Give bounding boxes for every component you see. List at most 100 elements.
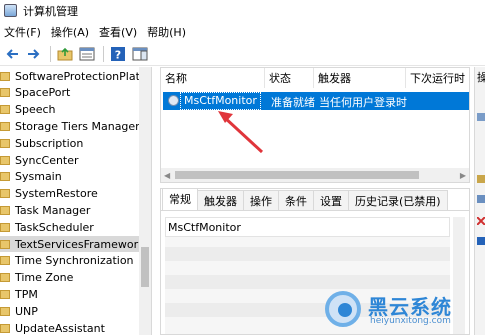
tree-item[interactable]: SyncCenter bbox=[0, 152, 140, 168]
folder-icon bbox=[0, 256, 10, 266]
tab-triggers[interactable]: 触发器 bbox=[197, 190, 244, 210]
tree-item[interactable]: Time Synchronization bbox=[0, 253, 140, 269]
menu-file[interactable]: 文件(F) bbox=[3, 24, 47, 40]
tree-item[interactable]: Sysmain bbox=[0, 169, 140, 185]
folder-icon bbox=[0, 323, 10, 333]
delete-icon[interactable] bbox=[477, 217, 485, 225]
toolbar: ? bbox=[0, 42, 485, 66]
task-status-cell: 准备就绪 bbox=[271, 96, 315, 109]
watermark-url: heiyunxitong.com bbox=[370, 316, 451, 326]
column-header-next-run[interactable]: 下次运行时 bbox=[406, 68, 469, 88]
tree-item[interactable]: TaskScheduler bbox=[0, 219, 140, 235]
tree-item-label: UNP bbox=[15, 304, 38, 318]
tab-history[interactable]: 历史记录(已禁用) bbox=[348, 190, 448, 210]
tree-item-label: SoftwareProtectionPlatform bbox=[15, 69, 152, 83]
detail-band bbox=[165, 275, 450, 289]
tree-item[interactable]: SpacePort bbox=[0, 85, 140, 101]
properties-icon[interactable] bbox=[477, 195, 485, 203]
tab-general[interactable]: 常规 bbox=[162, 189, 198, 210]
folder-icon bbox=[0, 273, 10, 283]
task-scheduler-tree: SoftwareProtectionPlatform SpacePort Speec… bbox=[0, 67, 152, 335]
tree-item[interactable]: UNP bbox=[0, 303, 140, 319]
tab-actions[interactable]: 操作 bbox=[243, 190, 279, 210]
watermark-logo bbox=[325, 291, 361, 327]
toolbar-separator bbox=[103, 45, 104, 62]
tree-item-label: Time Synchronization bbox=[15, 254, 134, 268]
tree-item-label: Storage Tiers Management bbox=[15, 119, 152, 133]
folder-icon bbox=[0, 222, 10, 232]
tree-item[interactable]: UpdateAssistant bbox=[0, 320, 140, 335]
watermark: 黑云系统 heiyunxitong.com bbox=[325, 291, 475, 331]
column-header-status[interactable]: 状态 bbox=[265, 68, 314, 88]
help-icon[interactable]: ? bbox=[108, 44, 128, 64]
tree-item-label: SyncCenter bbox=[15, 153, 79, 167]
clock-icon bbox=[168, 95, 179, 106]
menu-view[interactable]: 查看(V) bbox=[98, 24, 143, 40]
tree-item[interactable]: SystemRestore bbox=[0, 186, 140, 202]
properties-icon[interactable] bbox=[77, 44, 97, 64]
tree-item[interactable]: Task Manager bbox=[0, 202, 140, 218]
tree-item-label: TextServicesFramework bbox=[15, 237, 145, 251]
folder-icon bbox=[0, 172, 10, 182]
details-tabs: 常规 触发器 操作 条件 设置 历史记录(已禁用) bbox=[161, 189, 469, 211]
tree-vertical-scrollbar[interactable] bbox=[139, 67, 151, 335]
scroll-left-icon[interactable]: ◀ bbox=[164, 171, 170, 180]
horizontal-scrollbar[interactable]: ◀ ▶ bbox=[161, 168, 469, 182]
column-header-trigger[interactable]: 触发器 bbox=[314, 68, 406, 88]
folder-icon bbox=[0, 155, 10, 165]
tree-item-label: SystemRestore bbox=[15, 187, 98, 201]
scroll-thumb[interactable] bbox=[141, 247, 149, 287]
tree-item[interactable]: TextServicesFramework bbox=[0, 236, 145, 252]
tree-item[interactable]: Subscription bbox=[0, 135, 140, 151]
tab-conditions[interactable]: 条件 bbox=[278, 190, 314, 210]
window-title: 计算机管理 bbox=[23, 4, 78, 18]
folder-icon bbox=[0, 205, 10, 215]
actions-pane: 操 bbox=[474, 67, 485, 335]
task-name-cell: MsCtfMonitor bbox=[180, 92, 261, 110]
actions-header: 操 bbox=[477, 71, 485, 84]
folder-icon bbox=[0, 71, 10, 81]
tree-item-label: UpdateAssistant bbox=[15, 321, 105, 335]
folder-up-icon[interactable] bbox=[55, 44, 75, 64]
scroll-thumb[interactable] bbox=[175, 171, 419, 179]
toolbar-separator bbox=[50, 45, 51, 62]
task-name-field[interactable]: MsCtfMonitor bbox=[165, 217, 450, 237]
svg-text:?: ? bbox=[115, 48, 121, 61]
tree-item[interactable]: Storage Tiers Management bbox=[0, 118, 151, 134]
tree-item-label: Time Zone bbox=[15, 271, 74, 285]
folder-icon bbox=[0, 189, 10, 199]
folder-icon bbox=[0, 289, 10, 299]
detail-band bbox=[165, 247, 450, 261]
menu-action[interactable]: 操作(A) bbox=[50, 24, 95, 40]
title-bar: 计算机管理 bbox=[0, 0, 485, 21]
task-list: 名称 状态 触发器 下次运行时 MsCtfMonitor 准备就绪 当任何用户登… bbox=[160, 67, 470, 183]
tree-item[interactable]: Speech bbox=[0, 102, 140, 118]
folder-icon bbox=[0, 105, 10, 115]
task-row-selected[interactable]: MsCtfMonitor 准备就绪 当任何用户登录时 bbox=[163, 92, 469, 110]
tree-item-label: Subscription bbox=[15, 136, 84, 150]
tree-item[interactable]: Time Zone bbox=[0, 270, 140, 286]
tab-settings[interactable]: 设置 bbox=[313, 190, 349, 210]
menu-help[interactable]: 帮助(H) bbox=[146, 24, 192, 40]
menu-bar: 文件(F) 操作(A) 查看(V) 帮助(H) bbox=[0, 21, 485, 42]
tree-item-label: Task Manager bbox=[15, 203, 91, 217]
tree-item[interactable]: TPM bbox=[0, 286, 140, 302]
tree-item[interactable]: SoftwareProtectionPlatform bbox=[0, 68, 151, 84]
tree-item-label: TPM bbox=[15, 287, 38, 301]
scroll-right-icon[interactable]: ▶ bbox=[460, 171, 466, 180]
tree-item-label: TaskScheduler bbox=[15, 220, 94, 234]
folder-icon bbox=[0, 306, 10, 316]
forward-arrow-icon[interactable] bbox=[24, 44, 44, 64]
tree-item-label: Speech bbox=[15, 103, 56, 117]
export-icon[interactable] bbox=[477, 175, 485, 183]
panel-icon[interactable] bbox=[130, 44, 150, 64]
help-icon[interactable] bbox=[477, 237, 485, 245]
run-icon[interactable] bbox=[477, 113, 485, 121]
back-arrow-icon[interactable] bbox=[2, 44, 22, 64]
folder-icon bbox=[0, 88, 10, 98]
column-header-name[interactable]: 名称 bbox=[161, 68, 265, 88]
tree-item-label: SpacePort bbox=[15, 86, 71, 100]
folder-icon bbox=[0, 138, 10, 148]
tree-item-label: Sysmain bbox=[15, 170, 62, 184]
task-trigger-cell: 当任何用户登录时 bbox=[319, 96, 407, 109]
